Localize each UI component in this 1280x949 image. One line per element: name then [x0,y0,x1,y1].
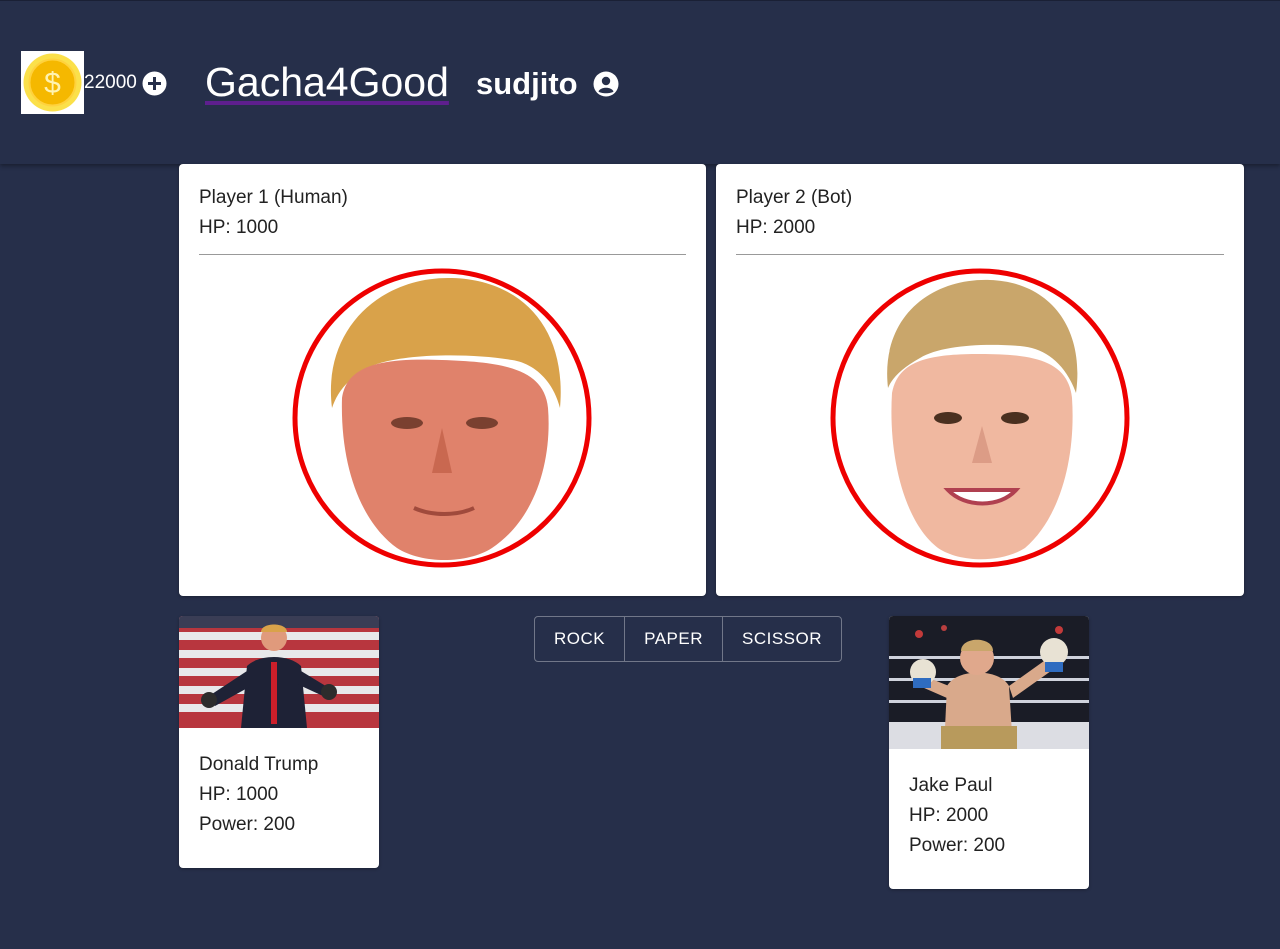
character-power: Power: 200 [199,814,296,835]
top-bar: $ 22000 Gacha4Good sudjito [0,0,1280,164]
plus-circle-icon[interactable] [142,71,167,96]
user-circle-icon[interactable] [593,71,619,97]
player-2-title: Player 2 (Bot) [736,187,853,208]
scissor-button[interactable]: SCISSOR [723,617,841,661]
character-name: Donald Trump [199,754,319,775]
character-card-trump: Donald Trump HP: 1000 Power: 200 [179,616,379,868]
coin-icon: $ [21,51,84,114]
rock-button[interactable]: ROCK [535,617,626,661]
svg-text:$: $ [44,67,61,100]
divider [736,254,1224,255]
character-photo-trump [179,616,379,728]
character-photo-jake-paul [889,616,1089,749]
player-2-card: Player 2 (Bot) HP: 2000 [716,164,1244,596]
username: sudjito [476,66,578,101]
paper-button[interactable]: PAPER [625,617,723,661]
player-1-hp: HP: 1000 [199,217,279,238]
divider [199,254,686,255]
character-hp: HP: 2000 [909,805,989,826]
brand-link[interactable]: Gacha4Good [205,57,449,107]
move-button-group: ROCK PAPER SCISSOR [534,616,843,662]
player-2-hp: HP: 2000 [736,217,816,238]
character-name: Jake Paul [909,775,993,796]
character-hp: HP: 1000 [199,784,279,805]
player-2-portrait [830,268,1130,568]
character-card-jake-paul: Jake Paul HP: 2000 Power: 200 [889,616,1089,889]
character-power: Power: 200 [909,835,1006,856]
player-1-card: Player 1 (Human) HP: 1000 [179,164,706,596]
player-1-title: Player 1 (Human) [199,187,348,208]
coin-balance: 22000 [84,72,137,93]
player-1-portrait [292,268,592,568]
